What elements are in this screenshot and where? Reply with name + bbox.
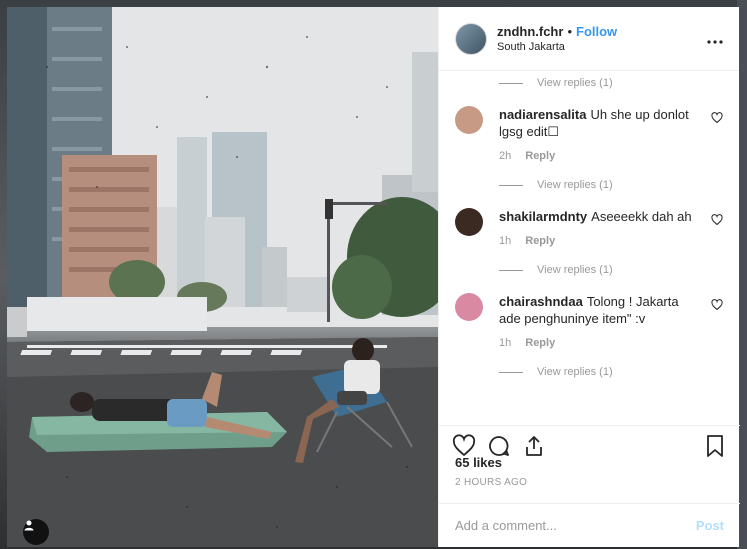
commenter-username[interactable]: shakilarmdnty: [499, 209, 587, 224]
author-avatar[interactable]: [455, 22, 487, 55]
view-replies-link[interactable]: View replies (1): [455, 74, 723, 92]
comment-body: nadiarensalita Uh she up donlot lgsg edit…: [499, 106, 699, 162]
commenter-avatar[interactable]: [455, 293, 483, 321]
follow-button[interactable]: Follow: [576, 24, 617, 39]
post-photo[interactable]: [7, 7, 438, 547]
tagged-user-icon[interactable]: [23, 519, 49, 545]
separator-dot: •: [567, 24, 572, 39]
comment-item: chairashndaa Tolong ! Jakarta ade penghun…: [455, 279, 723, 349]
view-replies-link[interactable]: View replies (1): [455, 261, 723, 279]
comment-age: 1h: [499, 235, 512, 247]
replies-divider: [499, 269, 523, 271]
comment-text: shakilarmdnty Aseeeekk dah ah: [499, 208, 699, 225]
comments-list[interactable]: View replies (1) nadiarensalita Uh she up…: [439, 71, 739, 425]
save-bookmark-icon: [707, 434, 723, 457]
comment-text: nadiarensalita Uh she up donlot lgsg edit…: [499, 106, 699, 140]
heart-icon: [452, 433, 476, 456]
photo-illustration: [7, 7, 438, 547]
post-header: zndhn.fchr • Follow South Jakarta: [439, 7, 739, 71]
comment-message: Aseeeekk dah ah: [591, 209, 692, 224]
view-replies-link[interactable]: View replies (1): [455, 176, 723, 194]
post-comment-button[interactable]: Post: [696, 518, 724, 533]
location-link[interactable]: South Jakarta: [497, 41, 707, 53]
ellipsis-icon: [707, 40, 723, 44]
commenter-username[interactable]: chairashndaa: [499, 294, 583, 309]
comment-body: shakilarmdnty Aseeeekk dah ah 1h Reply: [499, 208, 699, 247]
likes-count[interactable]: 65 likes: [455, 455, 502, 470]
view-replies-label: View replies (1): [537, 264, 613, 276]
replies-divider: [499, 371, 523, 373]
reply-button[interactable]: Reply: [525, 337, 555, 349]
comment-text: chairashndaa Tolong ! Jakarta ade penghun…: [499, 293, 699, 327]
like-comment-heart-icon[interactable]: [711, 214, 723, 226]
view-replies-link[interactable]: View replies (1): [455, 363, 723, 381]
replies-divider: [499, 82, 523, 84]
view-replies-label: View replies (1): [537, 366, 613, 378]
view-replies-label: View replies (1): [537, 179, 613, 191]
comment-item: shakilarmdnty Aseeeekk dah ah 1h Reply: [455, 194, 723, 247]
speech-bubble-icon: [489, 435, 509, 456]
commenter-username[interactable]: nadiarensalita: [499, 107, 586, 122]
like-comment-heart-icon[interactable]: [711, 112, 723, 124]
comment-body: chairashndaa Tolong ! Jakarta ade penghun…: [499, 293, 699, 349]
person-icon: [24, 520, 34, 531]
comment-item: nadiarensalita Uh she up donlot lgsg edit…: [455, 92, 723, 162]
post-timestamp: 2 HOURS AGO: [455, 477, 528, 488]
share-icon[interactable]: [521, 433, 547, 459]
add-comment-input[interactable]: [455, 518, 696, 533]
like-comment-heart-icon[interactable]: [711, 299, 723, 311]
comment-age: 2h: [499, 150, 512, 162]
comment-composer: Post: [439, 503, 740, 547]
post-side-panel: zndhn.fchr • Follow South Jakarta View rep…: [438, 7, 740, 547]
reply-button[interactable]: Reply: [525, 150, 555, 162]
upload-arrow-icon: [526, 435, 542, 456]
commenter-avatar[interactable]: [455, 208, 483, 236]
author-line: zndhn.fchr • Follow: [497, 24, 707, 39]
comment-meta: 1h Reply: [499, 337, 699, 349]
bookmark-icon[interactable]: [702, 433, 728, 459]
author-username[interactable]: zndhn.fchr: [497, 24, 563, 39]
reply-button[interactable]: Reply: [525, 235, 555, 247]
view-replies-label: View replies (1): [537, 77, 613, 89]
author-info: zndhn.fchr • Follow South Jakarta: [497, 24, 707, 53]
more-dots-icon[interactable]: [707, 28, 723, 49]
comment-meta: 2h Reply: [499, 150, 699, 162]
commenter-avatar[interactable]: [455, 106, 483, 134]
comment-age: 1h: [499, 337, 512, 349]
replies-divider: [499, 184, 523, 186]
comment-meta: 1h Reply: [499, 235, 699, 247]
